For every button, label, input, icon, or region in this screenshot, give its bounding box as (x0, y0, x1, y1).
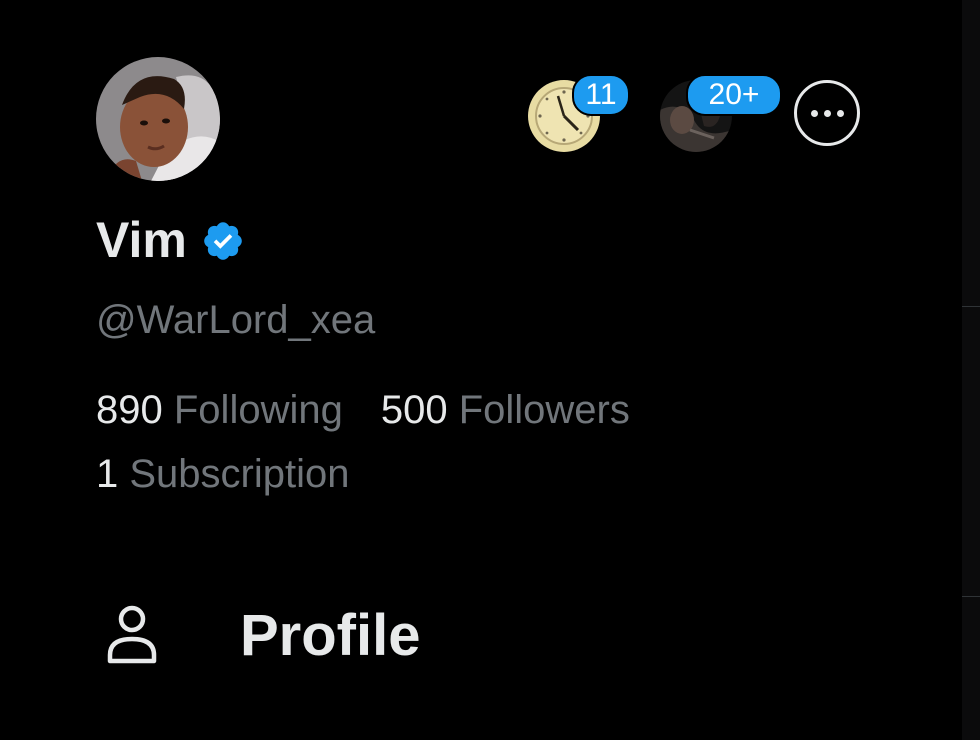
switch-account-1[interactable]: 11 (528, 74, 630, 152)
notification-badge: 20+ (686, 74, 782, 116)
switch-account-2[interactable]: 20+ (660, 74, 782, 152)
menu-item-label: Profile (240, 602, 421, 668)
subscription-count: 1 (96, 452, 119, 496)
avatar-photo (96, 57, 220, 181)
name-row: Vim (96, 210, 245, 270)
following-count: 890 (96, 388, 163, 432)
subscriptions-link[interactable]: 1 Subscription (96, 450, 350, 498)
follow-stats: 890 Following 500 Followers (96, 386, 630, 434)
user-handle: @WarLord_xea (96, 298, 376, 342)
menu-item-profile[interactable]: Profile (96, 598, 476, 672)
followers-label: Followers (458, 388, 630, 432)
notification-badge: 11 (572, 74, 630, 116)
followers-count: 500 (380, 388, 448, 432)
account-drawer: 11 20+ Vim @WarLord_xea 890 Following 50… (0, 0, 980, 740)
verified-badge-icon[interactable] (201, 219, 245, 263)
more-options-button[interactable] (794, 80, 860, 146)
more-horizontal-icon (836, 109, 844, 117)
more-horizontal-icon (823, 109, 831, 117)
profile-avatar[interactable] (96, 57, 220, 181)
person-icon (107, 605, 157, 664)
following-link[interactable]: 890 Following (96, 386, 343, 434)
divider (962, 306, 980, 307)
subscription-label: Subscription (129, 452, 350, 496)
followers-link[interactable]: 500 Followers (381, 386, 630, 434)
divider (962, 596, 980, 597)
following-label: Following (173, 388, 343, 432)
more-horizontal-icon (810, 109, 818, 117)
display-name: Vim (96, 212, 187, 268)
right-panel-edge (962, 0, 980, 740)
